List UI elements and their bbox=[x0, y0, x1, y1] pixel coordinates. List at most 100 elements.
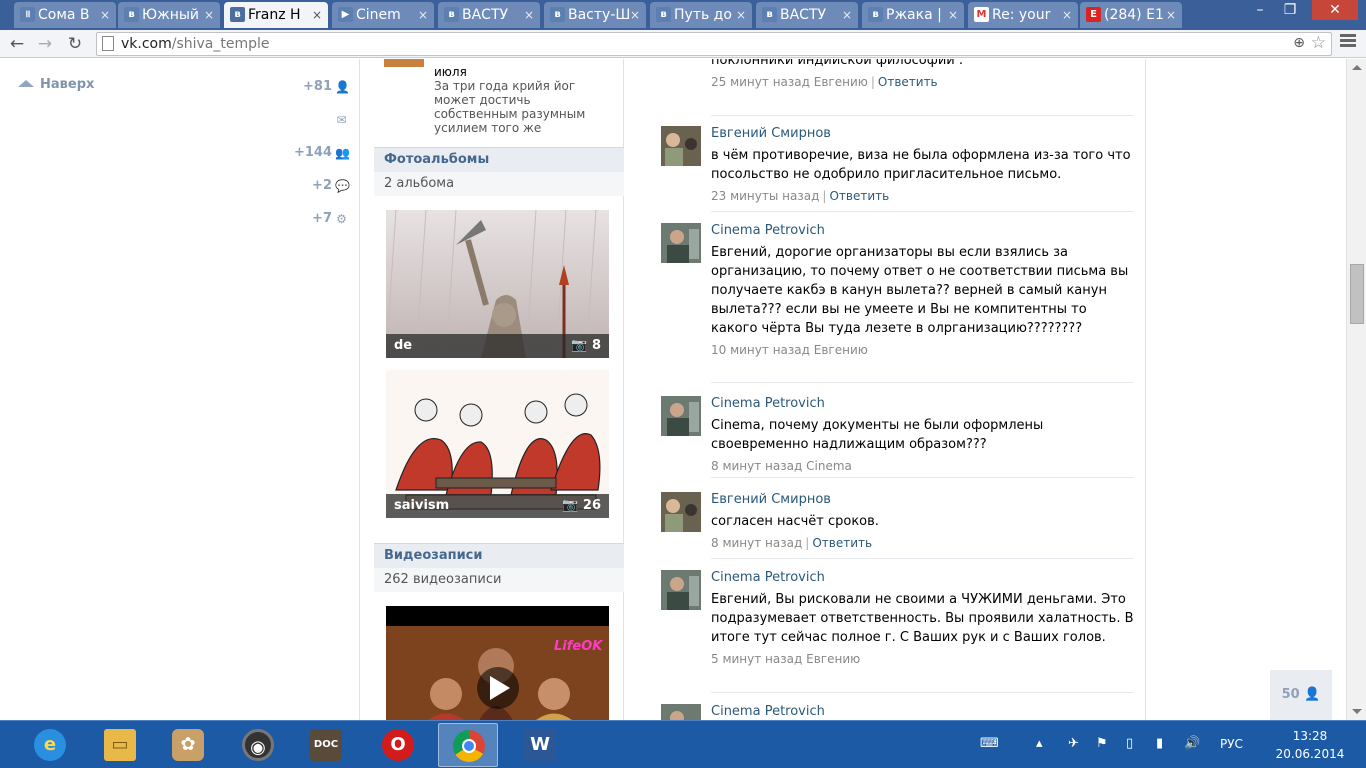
avatar[interactable] bbox=[661, 570, 701, 610]
signal-icon[interactable]: ▮ bbox=[1156, 736, 1163, 751]
vk-icon: в bbox=[124, 7, 139, 22]
tab-9[interactable]: M Re: your × bbox=[968, 2, 1078, 28]
minimize-window-icon[interactable]: – bbox=[1246, 0, 1274, 20]
scrollbar-thumb[interactable] bbox=[1350, 264, 1364, 324]
comment-reply-to[interactable]: Евгению bbox=[814, 75, 868, 89]
close-tab-icon[interactable]: × bbox=[418, 2, 428, 28]
comment-author[interactable]: Cinema Petrovich bbox=[711, 223, 1134, 238]
comment-author[interactable]: Cinema Petrovich bbox=[711, 396, 1134, 411]
chrome-icon[interactable] bbox=[438, 723, 498, 767]
comment-author[interactable]: Евгений Смирнов bbox=[711, 492, 1134, 507]
comment-time[interactable]: 23 минуты назад bbox=[711, 189, 819, 203]
album-saivism[interactable]: saivism 📷 26 bbox=[386, 370, 609, 518]
chrome-menu-icon[interactable] bbox=[1340, 34, 1356, 49]
comment-reply-to[interactable]: Евгению bbox=[806, 652, 860, 666]
close-tab-icon[interactable]: × bbox=[948, 2, 958, 28]
clock[interactable]: 13:28 20.06.2014 bbox=[1270, 727, 1350, 763]
comment-time[interactable]: 5 минут назад bbox=[711, 652, 802, 666]
network-tray-icon[interactable]: ✈ bbox=[1068, 736, 1079, 751]
volume-icon[interactable]: 🔊 bbox=[1184, 736, 1200, 751]
back-arrow-icon[interactable]: ← bbox=[6, 34, 28, 54]
zoom-icon[interactable]: ⊕ bbox=[1293, 35, 1305, 51]
tab-1[interactable]: в Южный × bbox=[118, 2, 220, 28]
tab-8[interactable]: в Ржака | × bbox=[862, 2, 964, 28]
close-window-icon[interactable]: ✕ bbox=[1312, 0, 1358, 20]
maximize-window-icon[interactable]: ❐ bbox=[1276, 0, 1304, 20]
avatar[interactable] bbox=[661, 704, 701, 720]
language-indicator[interactable]: РУС bbox=[1220, 737, 1243, 751]
videos-count[interactable]: 262 видеозаписи bbox=[374, 568, 624, 592]
comment-reply-to[interactable]: Cinema bbox=[806, 459, 852, 473]
comments-counter[interactable]: +2 💬 bbox=[260, 178, 350, 193]
tab-3[interactable]: ▶ Cinem × bbox=[332, 2, 434, 28]
comment-reply-to[interactable]: Евгению bbox=[814, 343, 868, 357]
videos-header[interactable]: Видеозаписи bbox=[374, 543, 624, 568]
tab-2-active[interactable]: в Franz H × bbox=[224, 2, 328, 28]
url-text[interactable]: vk.com/shiva_temple bbox=[121, 36, 270, 52]
doc-app-icon[interactable]: DOC bbox=[296, 723, 356, 767]
tab-6[interactable]: в Путь до × bbox=[650, 2, 752, 28]
speaker-app-icon[interactable]: ◉ bbox=[228, 723, 288, 767]
close-tab-icon[interactable]: × bbox=[1062, 2, 1072, 28]
flag-icon[interactable]: ⚑ bbox=[1096, 736, 1108, 751]
close-tab-icon[interactable]: × bbox=[524, 2, 534, 28]
tab-7[interactable]: в ВАСТУ × bbox=[756, 2, 858, 28]
reload-icon[interactable]: ↻ bbox=[64, 34, 86, 54]
video-thumbnail[interactable]: LifeOK bbox=[386, 606, 609, 720]
e1-icon: E bbox=[1086, 7, 1101, 22]
avatar[interactable] bbox=[661, 223, 701, 263]
post-thumbnail[interactable] bbox=[384, 59, 424, 67]
show-hidden-icons-icon[interactable]: ▴ bbox=[1036, 736, 1043, 751]
album-caption: saivism 📷 26 bbox=[386, 494, 609, 518]
tab-4[interactable]: в ВАСТУ × bbox=[438, 2, 540, 28]
photo-albums-header[interactable]: Фотоальбомы bbox=[374, 147, 624, 172]
messages-counter[interactable]: ✉ bbox=[260, 112, 348, 127]
forward-arrow-icon[interactable]: → bbox=[34, 34, 56, 54]
avatar[interactable] bbox=[661, 396, 701, 436]
close-tab-icon[interactable]: × bbox=[842, 2, 852, 28]
avatar[interactable] bbox=[661, 126, 701, 166]
close-tab-icon[interactable]: × bbox=[736, 2, 746, 28]
reply-link[interactable]: Ответить bbox=[878, 75, 938, 89]
file-explorer-icon[interactable]: ▭ bbox=[90, 723, 150, 767]
comment-author[interactable]: Cinema Petrovich bbox=[711, 704, 1134, 719]
avatar[interactable] bbox=[661, 492, 701, 532]
close-tab-icon[interactable]: × bbox=[312, 2, 322, 28]
media-app-icon[interactable]: ✿ bbox=[158, 723, 218, 767]
address-bar[interactable]: vk.com/shiva_temple ⊕ ☆ bbox=[96, 32, 1332, 56]
close-tab-icon[interactable]: × bbox=[204, 2, 214, 28]
comment-author[interactable]: Евгений Смирнов bbox=[711, 126, 1134, 141]
comment-time[interactable]: 25 минут назад bbox=[711, 75, 810, 89]
page-scrollbar[interactable] bbox=[1346, 59, 1366, 720]
settings-counter[interactable]: +7 ⚙ bbox=[260, 211, 348, 226]
close-tab-icon[interactable]: × bbox=[630, 2, 640, 28]
video-channel-logo: LifeOK bbox=[554, 639, 603, 654]
bookmark-star-icon[interactable]: ☆ bbox=[1311, 33, 1326, 53]
keyboard-icon[interactable]: ⌨ bbox=[980, 736, 999, 751]
online-friends-button[interactable]: 50 👤 bbox=[1270, 670, 1332, 720]
internet-explorer-icon[interactable]: e bbox=[20, 723, 80, 767]
post-snippet[interactable]: За три года крийя йог может достичь собс… bbox=[434, 79, 614, 135]
photo-albums-count[interactable]: 2 альбома bbox=[374, 172, 624, 196]
groups-counter[interactable]: +144 👥 bbox=[260, 145, 350, 160]
battery-icon[interactable]: ▯ bbox=[1126, 736, 1133, 751]
opera-icon[interactable]: O bbox=[368, 723, 428, 767]
reply-link[interactable]: Ответить bbox=[812, 536, 872, 550]
tab-0[interactable]: ॥ Сома В × bbox=[14, 2, 116, 28]
close-tab-icon[interactable]: × bbox=[100, 2, 110, 28]
word-icon[interactable]: W bbox=[510, 723, 570, 767]
reply-link[interactable]: Ответить bbox=[829, 189, 889, 203]
comment-author[interactable]: Cinema Petrovich bbox=[711, 570, 1134, 585]
scroll-up-icon[interactable] bbox=[1352, 65, 1362, 70]
tab-10[interactable]: E (284) E1 × bbox=[1080, 2, 1182, 28]
scroll-to-top-button[interactable]: Наверх bbox=[18, 77, 94, 92]
comment-time[interactable]: 8 минут назад bbox=[711, 459, 802, 473]
album-de[interactable]: de 📷 8 bbox=[386, 210, 609, 358]
comment-time[interactable]: 8 минут назад bbox=[711, 536, 802, 550]
tab-5[interactable]: в Васту-Ш × bbox=[544, 2, 646, 28]
close-tab-icon[interactable]: × bbox=[1166, 2, 1176, 28]
comment-time[interactable]: 10 минут назад bbox=[711, 343, 810, 357]
scroll-down-icon[interactable] bbox=[1352, 709, 1362, 714]
group-side-column: июля За три года крийя йог может достичь… bbox=[360, 59, 624, 720]
friends-counter[interactable]: +81 👤 bbox=[260, 79, 350, 94]
